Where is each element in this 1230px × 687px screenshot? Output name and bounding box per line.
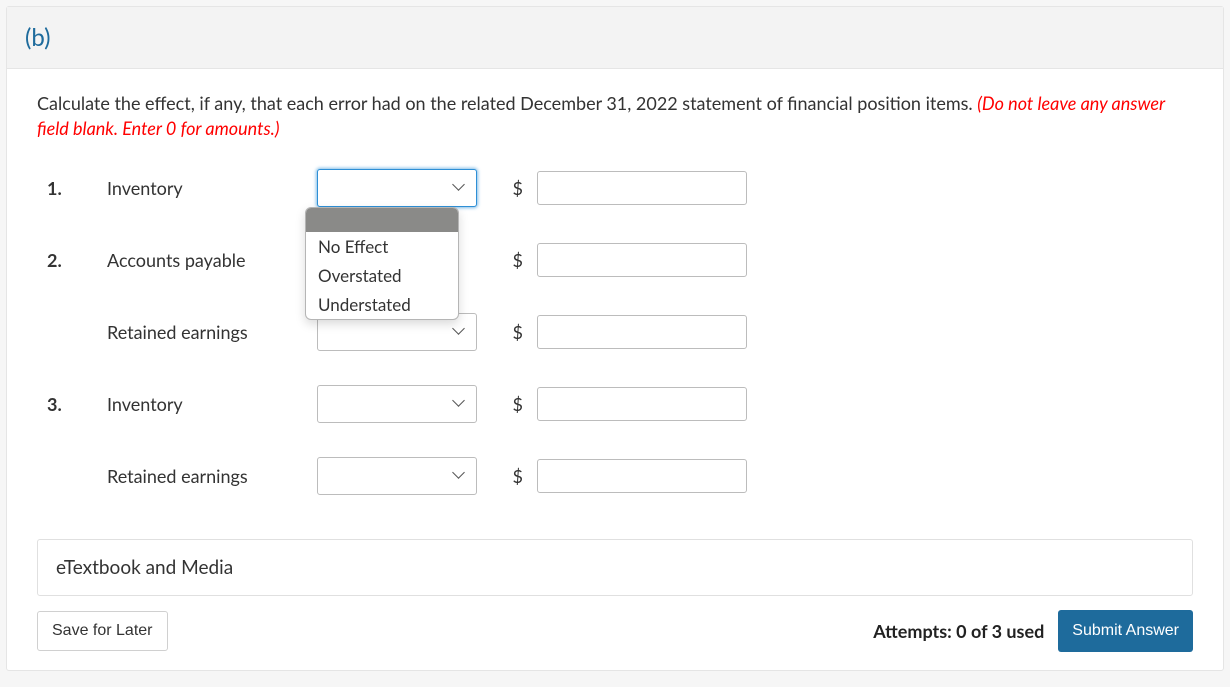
amount-input[interactable] [537, 387, 747, 421]
etextbook-link[interactable]: eTextbook and Media [37, 539, 1193, 596]
chevron-down-icon [454, 470, 466, 482]
save-for-later-button[interactable]: Save for Later [37, 611, 168, 651]
row-label: Retained earnings [107, 321, 307, 343]
currency-symbol: $ [497, 177, 527, 199]
submit-answer-button[interactable]: Submit Answer [1058, 610, 1193, 652]
attempts-text: Attempts: 0 of 3 used [873, 620, 1044, 642]
effect-select-wrap [317, 385, 487, 423]
amount-input[interactable] [537, 171, 747, 205]
row-label: Inventory [107, 177, 307, 199]
part-label: (b) [7, 7, 1223, 69]
amount-input[interactable] [537, 243, 747, 277]
effect-select[interactable] [317, 385, 477, 423]
question-body: Calculate the effect, if any, that each … [7, 69, 1223, 670]
effect-select-wrap: No Effect Overstated Understated [317, 169, 487, 207]
currency-symbol: $ [497, 321, 527, 343]
effect-dropdown: No Effect Overstated Understated [305, 207, 459, 320]
dropdown-option[interactable]: Understated [306, 290, 458, 319]
answer-grid: 1. Inventory No Effect Overstated Unders… [47, 169, 1193, 495]
row-number: 3. [47, 393, 97, 415]
row-label: Inventory [107, 393, 307, 415]
amount-input[interactable] [537, 315, 747, 349]
dropdown-option[interactable]: Overstated [306, 261, 458, 290]
row-number: 1. [47, 177, 97, 199]
dropdown-option[interactable] [306, 208, 458, 232]
row-number: 2. [47, 249, 97, 271]
question-card: (b) Calculate the effect, if any, that e… [6, 6, 1224, 671]
dropdown-option[interactable]: No Effect [306, 232, 458, 261]
amount-input[interactable] [537, 459, 747, 493]
row-label: Retained earnings [107, 465, 307, 487]
footer-row: Save for Later Attempts: 0 of 3 used Sub… [37, 610, 1193, 652]
instruction-text: Calculate the effect, if any, that each … [37, 91, 1193, 141]
row-label: Accounts payable [107, 249, 307, 271]
effect-select[interactable] [317, 169, 477, 207]
chevron-down-icon [454, 326, 466, 338]
footer-right-group: Attempts: 0 of 3 used Submit Answer [873, 610, 1193, 652]
chevron-down-icon [454, 398, 466, 410]
currency-symbol: $ [497, 465, 527, 487]
chevron-down-icon [454, 182, 466, 194]
currency-symbol: $ [497, 249, 527, 271]
effect-select-wrap [317, 457, 487, 495]
currency-symbol: $ [497, 393, 527, 415]
effect-select[interactable] [317, 457, 477, 495]
instruction-main: Calculate the effect, if any, that each … [37, 92, 977, 114]
